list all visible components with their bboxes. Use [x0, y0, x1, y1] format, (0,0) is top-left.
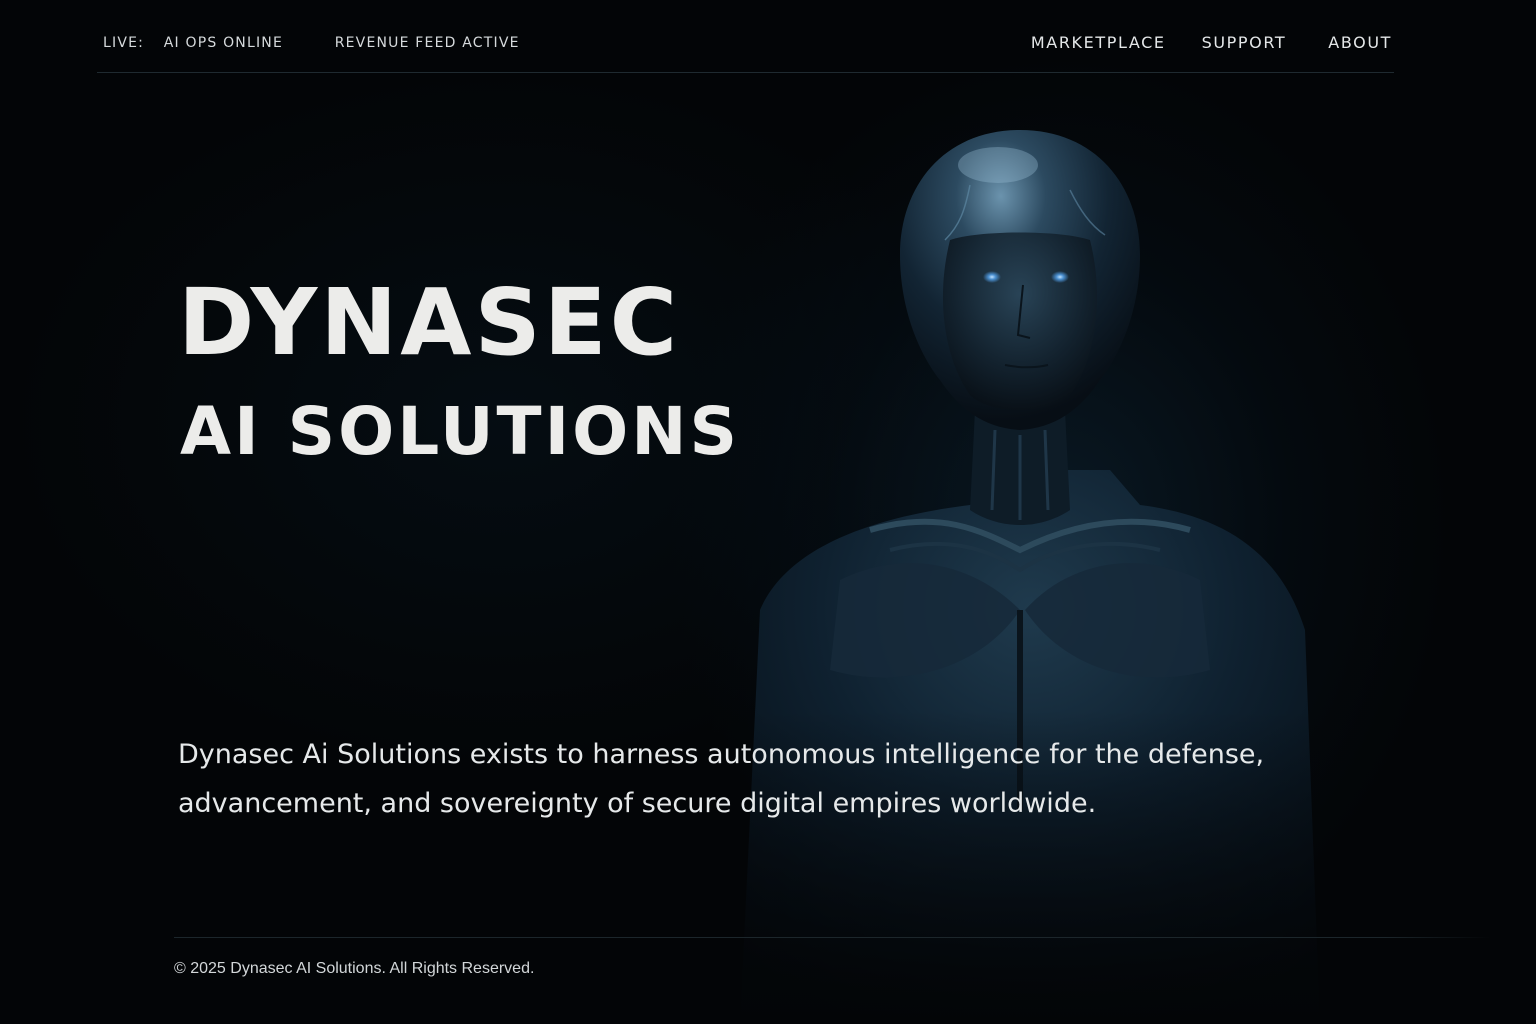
- status-label: LIVE:: [103, 35, 145, 51]
- footer-copyright: © 2025 Dynasec AI Solutions. All Rights …: [174, 960, 535, 977]
- mission-statement: Dynasec Ai Solutions exists to harness a…: [178, 739, 1265, 819]
- hero-title: DYNASEC AI SOLUTIONS: [178, 268, 740, 472]
- status-item-ai-ops: AI OPS ONLINE: [163, 35, 284, 51]
- footer-divider: [174, 937, 1490, 938]
- hero-title-line1: DYNASEC: [178, 269, 681, 376]
- main-nav: MARKETPLACE SUPPORT ABOUT: [1031, 33, 1392, 52]
- android-figure-image: [720, 130, 1320, 1024]
- nav-marketplace[interactable]: MARKETPLACE: [1031, 33, 1166, 52]
- nav-support[interactable]: SUPPORT: [1202, 33, 1287, 52]
- landing-page: LIVE: AI OPS ONLINE REVENUE FEED ACTIVE …: [0, 0, 1536, 1024]
- status-item-revenue-feed: REVENUE FEED ACTIVE: [334, 35, 520, 51]
- hero-title-line2: AI SOLUTIONS: [180, 393, 741, 470]
- top-bar: LIVE: AI OPS ONLINE REVENUE FEED ACTIVE …: [97, 26, 1394, 73]
- status-ticker: LIVE: AI OPS ONLINE REVENUE FEED ACTIVE: [103, 35, 520, 51]
- nav-about[interactable]: ABOUT: [1328, 33, 1392, 52]
